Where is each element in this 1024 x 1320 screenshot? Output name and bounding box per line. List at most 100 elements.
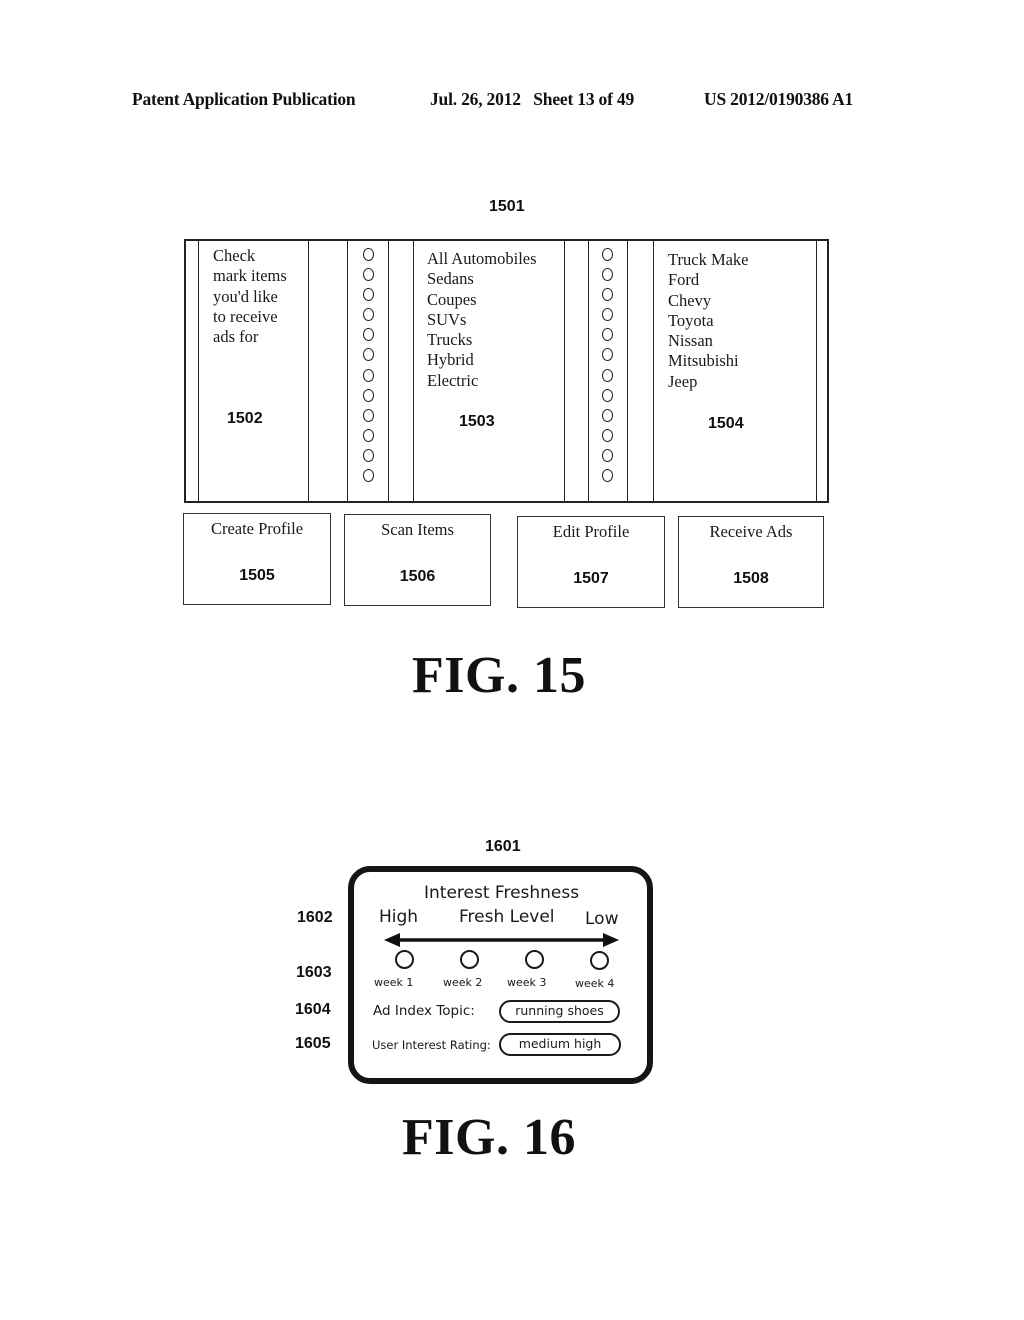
subcategory-radio-group <box>596 248 618 489</box>
instructions-line: ads for <box>213 327 259 347</box>
subcategory-item[interactable]: Nissan <box>668 331 749 351</box>
ad-preferences-form: Check mark items you'd like to receive a… <box>184 239 829 503</box>
subcategory-radio[interactable] <box>601 408 613 422</box>
week-1-label: week 1 <box>374 976 414 989</box>
category-radio[interactable] <box>362 448 374 462</box>
ad-topic-ref-1604: 1604 <box>295 1001 331 1018</box>
ad-index-topic-field[interactable]: running shoes <box>499 1000 620 1023</box>
ad-index-topic-label: Ad Index Topic: <box>373 1003 475 1019</box>
instructions-line: Check <box>213 246 256 265</box>
user-interest-rating-field[interactable]: medium high <box>499 1033 621 1056</box>
subcategory-radio[interactable] <box>601 268 613 282</box>
column-divider <box>627 241 628 501</box>
receive-ads-ref-1508: 1508 <box>733 570 769 587</box>
subcategory-radio[interactable] <box>601 388 613 402</box>
user-interest-rating-label: User Interest Rating: <box>372 1038 491 1052</box>
scale-low-label: Low <box>585 909 619 929</box>
subcategory-radio[interactable] <box>601 448 613 462</box>
scale-center-label: Fresh Level <box>459 907 555 927</box>
column-divider <box>413 241 414 501</box>
column-divider <box>198 241 199 501</box>
column-divider <box>564 241 565 501</box>
scale-ref-1602: 1602 <box>297 909 333 926</box>
scan-items-button[interactable]: Scan Items 1506 <box>344 514 491 606</box>
category-item[interactable]: Electric <box>427 371 537 391</box>
column-divider <box>388 241 389 501</box>
instructions-line: you'd like <box>213 286 278 306</box>
fig15-caption: FIG. 15 <box>412 647 586 704</box>
fig15-ref-1501: 1501 <box>489 198 525 215</box>
create-profile-label: Create Profile <box>210 519 304 538</box>
week-4-label: week 4 <box>575 977 615 990</box>
column-divider <box>816 241 817 501</box>
week-3-label: week 3 <box>507 976 547 989</box>
column-divider <box>347 241 348 501</box>
subcategory-item[interactable]: Jeep <box>668 372 749 392</box>
edit-profile-ref-1507: 1507 <box>573 570 609 587</box>
subcategory-item[interactable]: Mitsubishi <box>668 351 749 371</box>
subcategory-item[interactable]: Toyota <box>668 311 749 331</box>
category-item[interactable]: Sedans <box>427 269 537 289</box>
edit-profile-label: Edit Profile <box>552 522 630 541</box>
create-profile-button[interactable]: Create Profile 1505 <box>183 513 331 605</box>
interest-rating-ref-1605: 1605 <box>295 1035 331 1052</box>
category-item[interactable]: Trucks <box>427 330 537 350</box>
subcategory-radio[interactable] <box>601 308 613 322</box>
subcategory-radio[interactable] <box>601 368 613 382</box>
category-radio[interactable] <box>362 348 374 362</box>
subcategory-item[interactable]: Ford <box>668 270 749 290</box>
instructions-line: to receive <box>213 306 278 326</box>
subcategory-list: Truck Make Ford Chevy Toyota Nissan Mits… <box>668 250 749 392</box>
subcategory-item[interactable]: Truck Make <box>668 250 749 270</box>
subcategory-radio[interactable] <box>601 288 613 302</box>
receive-ads-label: Receive Ads <box>709 522 793 541</box>
patent-number: US 2012/0190386 A1 <box>704 89 854 109</box>
category-item[interactable]: All Automobiles <box>427 249 537 269</box>
date-sheet-label: Jul. 26, 2012 Sheet 13 of 49 <box>430 89 635 109</box>
category-item[interactable]: SUVs <box>427 310 537 330</box>
instructions-text: Check mark items you'd like to receive a… <box>213 246 287 347</box>
create-profile-ref-1505: 1505 <box>239 567 275 584</box>
subcategory-radio[interactable] <box>601 428 613 442</box>
instructions-line: mark items <box>213 266 287 286</box>
weeks-ref-1603: 1603 <box>296 964 332 981</box>
subcategory-radio[interactable] <box>601 469 613 483</box>
interest-freshness-panel: Interest Freshness High Fresh Level Low … <box>348 866 653 1084</box>
categories-ref-1503: 1503 <box>459 413 495 430</box>
subcategory-radio[interactable] <box>601 248 613 261</box>
subcategory-radio[interactable] <box>601 348 613 362</box>
scale-high-label: High <box>379 907 419 927</box>
category-radio[interactable] <box>362 268 374 282</box>
subcategories-ref-1504: 1504 <box>708 415 744 432</box>
scan-items-label: Scan Items <box>381 520 454 539</box>
category-radio[interactable] <box>362 328 374 342</box>
category-radio[interactable] <box>362 388 374 402</box>
subcategory-radio[interactable] <box>601 328 613 342</box>
category-item[interactable]: Coupes <box>427 290 537 310</box>
category-radio-group <box>357 248 379 489</box>
week-2-radio[interactable] <box>460 950 479 969</box>
scan-items-ref-1506: 1506 <box>399 568 436 585</box>
subcategory-item[interactable]: Chevy <box>668 291 749 311</box>
edit-profile-button[interactable]: Edit Profile 1507 <box>517 516 665 608</box>
panel-title: Interest Freshness <box>424 883 580 903</box>
week-3-radio[interactable] <box>525 950 544 969</box>
receive-ads-button[interactable]: Receive Ads 1508 <box>678 516 824 608</box>
category-radio[interactable] <box>362 428 374 442</box>
column-divider <box>653 241 654 501</box>
category-radio[interactable] <box>362 408 374 422</box>
week-2-label: week 2 <box>443 976 483 989</box>
column-divider <box>308 241 309 501</box>
category-radio[interactable] <box>362 308 374 322</box>
instructions-ref-1502: 1502 <box>227 410 263 427</box>
category-item[interactable]: Hybrid <box>427 350 537 370</box>
category-radio[interactable] <box>362 368 374 382</box>
week-4-radio[interactable] <box>590 951 609 970</box>
fig16-ref-1601: 1601 <box>485 838 521 855</box>
category-radio[interactable] <box>362 288 374 302</box>
category-radio[interactable] <box>362 248 374 261</box>
category-list: All Automobiles Sedans Coupes SUVs Truck… <box>427 249 537 391</box>
publication-label: Patent Application Publication <box>132 89 356 109</box>
category-radio[interactable] <box>362 469 374 483</box>
week-1-radio[interactable] <box>395 950 414 969</box>
